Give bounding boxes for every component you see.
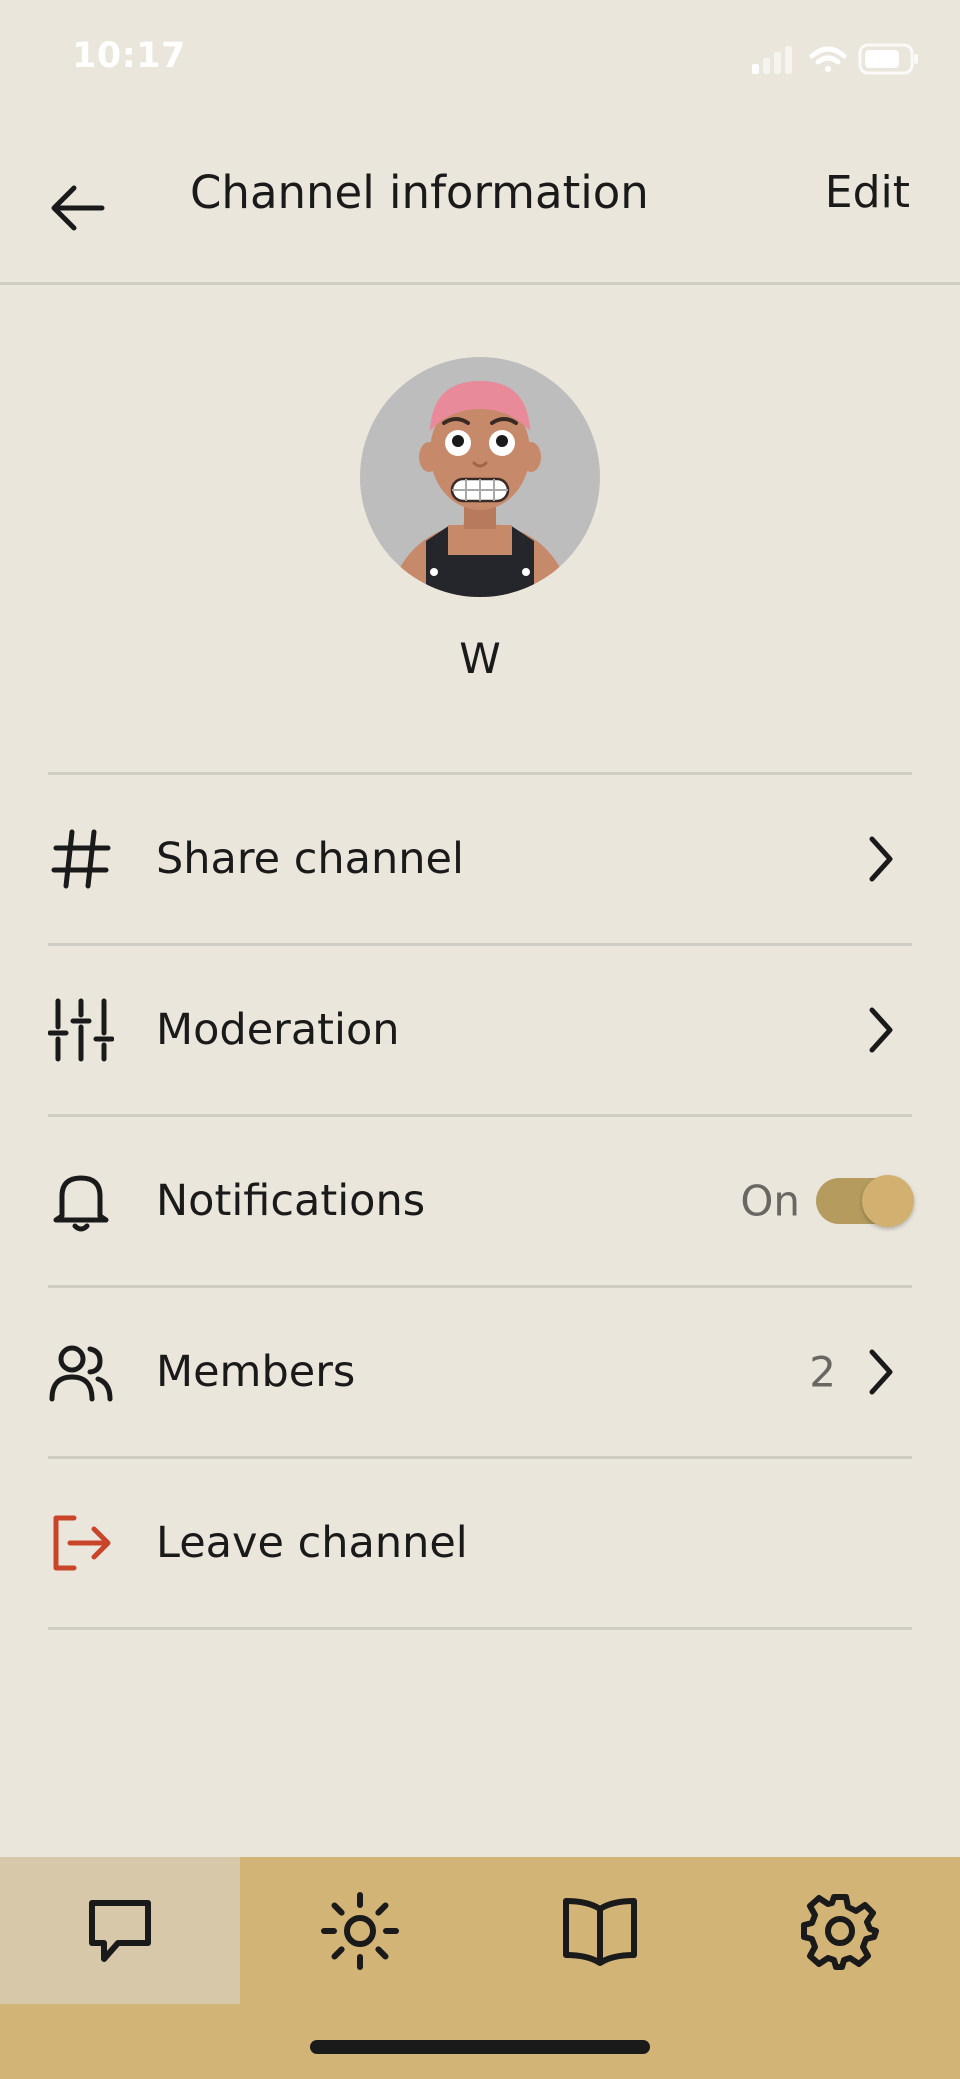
members-count: 2 <box>809 1347 836 1397</box>
arrow-left-icon <box>51 185 105 231</box>
sun-icon <box>321 1891 399 1970</box>
members-row[interactable]: Members 2 <box>48 1285 912 1456</box>
status-icons <box>752 43 918 75</box>
bell-icon <box>53 1175 109 1232</box>
logout-icon <box>53 1515 111 1571</box>
sliders-icon <box>48 998 114 1062</box>
share-channel-label: Share channel <box>156 834 464 884</box>
channel-menu: Share channel Moderation Notifications O… <box>48 772 914 1630</box>
gear-icon <box>801 1893 879 1970</box>
back-button[interactable] <box>44 172 116 244</box>
tab-brightness[interactable] <box>240 1857 480 2004</box>
header: Channel information Edit <box>0 120 960 285</box>
moderation-label: Moderation <box>156 1005 400 1055</box>
channel-avatar[interactable] <box>360 357 600 597</box>
chevron-right-icon <box>869 1007 893 1053</box>
users-icon <box>49 1345 113 1402</box>
leave-channel-label: Leave channel <box>156 1518 468 1568</box>
status-time: 10:17 <box>72 36 186 76</box>
members-label: Members <box>156 1347 356 1397</box>
channel-name: W <box>459 634 501 683</box>
edit-button[interactable]: Edit <box>825 167 910 218</box>
tab-chat[interactable] <box>0 1857 240 2004</box>
signal-icon <box>752 46 792 74</box>
notifications-row[interactable]: Notifications On <box>48 1114 914 1285</box>
chevron-right-icon <box>869 1349 893 1395</box>
toggle-knob <box>862 1175 914 1227</box>
notifications-label: Notifications <box>156 1176 426 1226</box>
leave-channel-row[interactable]: Leave channel <box>48 1456 912 1630</box>
battery-icon <box>858 43 918 75</box>
chat-bubble-icon <box>89 1899 151 1962</box>
tab-library[interactable] <box>480 1857 720 2004</box>
page-title: Channel information <box>190 166 649 219</box>
wifi-icon <box>809 46 847 72</box>
moderation-row[interactable]: Moderation <box>48 943 912 1114</box>
notifications-toggle[interactable] <box>816 1175 914 1227</box>
status-bar: 10:17 <box>0 0 960 120</box>
tab-settings[interactable] <box>720 1857 960 2004</box>
avatar-illustration <box>396 381 564 597</box>
share-channel-row[interactable]: Share channel <box>48 772 912 943</box>
home-indicator[interactable] <box>310 2040 650 2054</box>
chevron-right-icon <box>869 836 893 882</box>
hash-icon <box>51 829 111 889</box>
notifications-value: On <box>740 1176 800 1226</box>
book-icon <box>563 1897 637 1966</box>
